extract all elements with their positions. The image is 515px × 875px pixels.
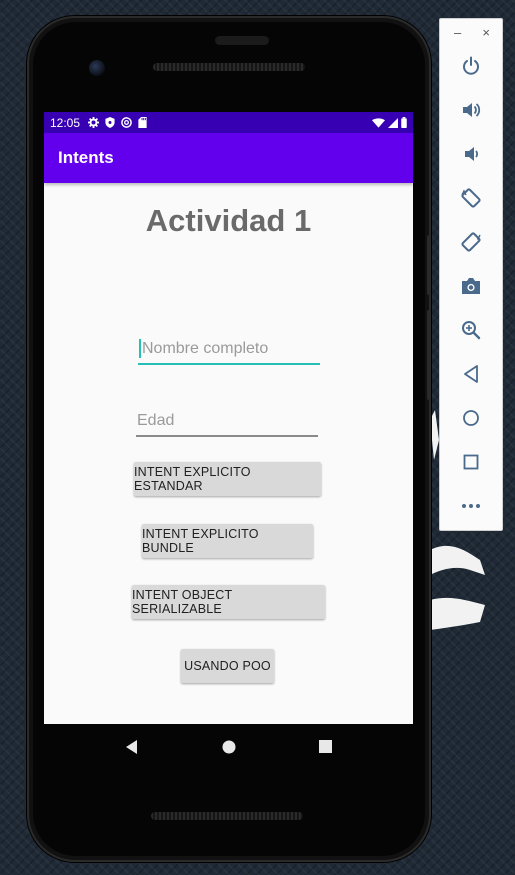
rotate-left-icon[interactable]	[457, 184, 485, 212]
intent-explicit-standard-button[interactable]: INTENT EXPLICITO ESTANDAR	[134, 462, 321, 496]
home-icon[interactable]	[222, 740, 236, 754]
signal-icon	[388, 117, 398, 128]
intent-explicit-bundle-button[interactable]: INTENT EXPLICITO BUNDLE	[142, 524, 313, 558]
home-icon[interactable]	[457, 404, 485, 432]
phone-volume-rocker[interactable]	[427, 310, 431, 400]
full-name-placeholder: Nombre completo	[142, 340, 269, 357]
power-icon[interactable]	[457, 52, 485, 80]
overview-icon[interactable]	[457, 448, 485, 476]
camera-icon[interactable]	[457, 272, 485, 300]
shield-icon	[105, 117, 115, 128]
recents-icon[interactable]	[318, 740, 332, 753]
battery-icon	[401, 117, 407, 128]
zoom-icon[interactable]	[457, 316, 485, 344]
close-button[interactable]: ×	[482, 25, 490, 41]
back-icon[interactable]	[125, 739, 139, 754]
volume-up-icon[interactable]	[457, 96, 485, 124]
status-bar: 12:05	[44, 112, 413, 133]
navigation-bar	[44, 724, 413, 769]
age-field[interactable]: Edad	[136, 409, 318, 437]
back-icon[interactable]	[457, 360, 485, 388]
status-system-icons	[372, 117, 407, 128]
volume-down-icon[interactable]	[457, 140, 485, 168]
wifi-icon	[372, 117, 385, 128]
device-screen: 12:05 Intents Actividad 1 Nombre complet…	[44, 112, 413, 724]
age-placeholder: Edad	[137, 412, 175, 429]
app-title: Intents	[58, 148, 114, 167]
page-title: Actividad 1	[145, 203, 312, 238]
status-notification-icons	[88, 117, 147, 128]
emulator-toolbar: – ×	[439, 18, 503, 531]
phone-power-button[interactable]	[427, 235, 431, 295]
front-camera-icon	[89, 60, 105, 76]
text-cursor	[139, 339, 141, 358]
minimize-button[interactable]: –	[454, 25, 461, 41]
sd-card-icon	[138, 117, 147, 128]
intent-object-serializable-button[interactable]: INTENT OBJECT SERIALIZABLE	[132, 585, 325, 619]
top-earpiece	[215, 36, 269, 45]
main-content: Actividad 1 Nombre completo Edad INTENT …	[44, 183, 413, 724]
rotate-right-icon[interactable]	[457, 228, 485, 256]
using-oop-button[interactable]: USANDO POO	[181, 649, 274, 683]
app-bar: Intents	[44, 133, 413, 183]
more-icon[interactable]	[457, 492, 485, 520]
status-time: 12:05	[50, 115, 81, 130]
settings-icon	[88, 117, 100, 128]
bottom-speaker-grille	[151, 812, 303, 820]
no-disturb-icon	[121, 117, 132, 128]
full-name-field[interactable]: Nombre completo	[138, 337, 320, 365]
toolbar-window-controls: – ×	[440, 25, 502, 41]
top-speaker-grille	[153, 63, 305, 71]
